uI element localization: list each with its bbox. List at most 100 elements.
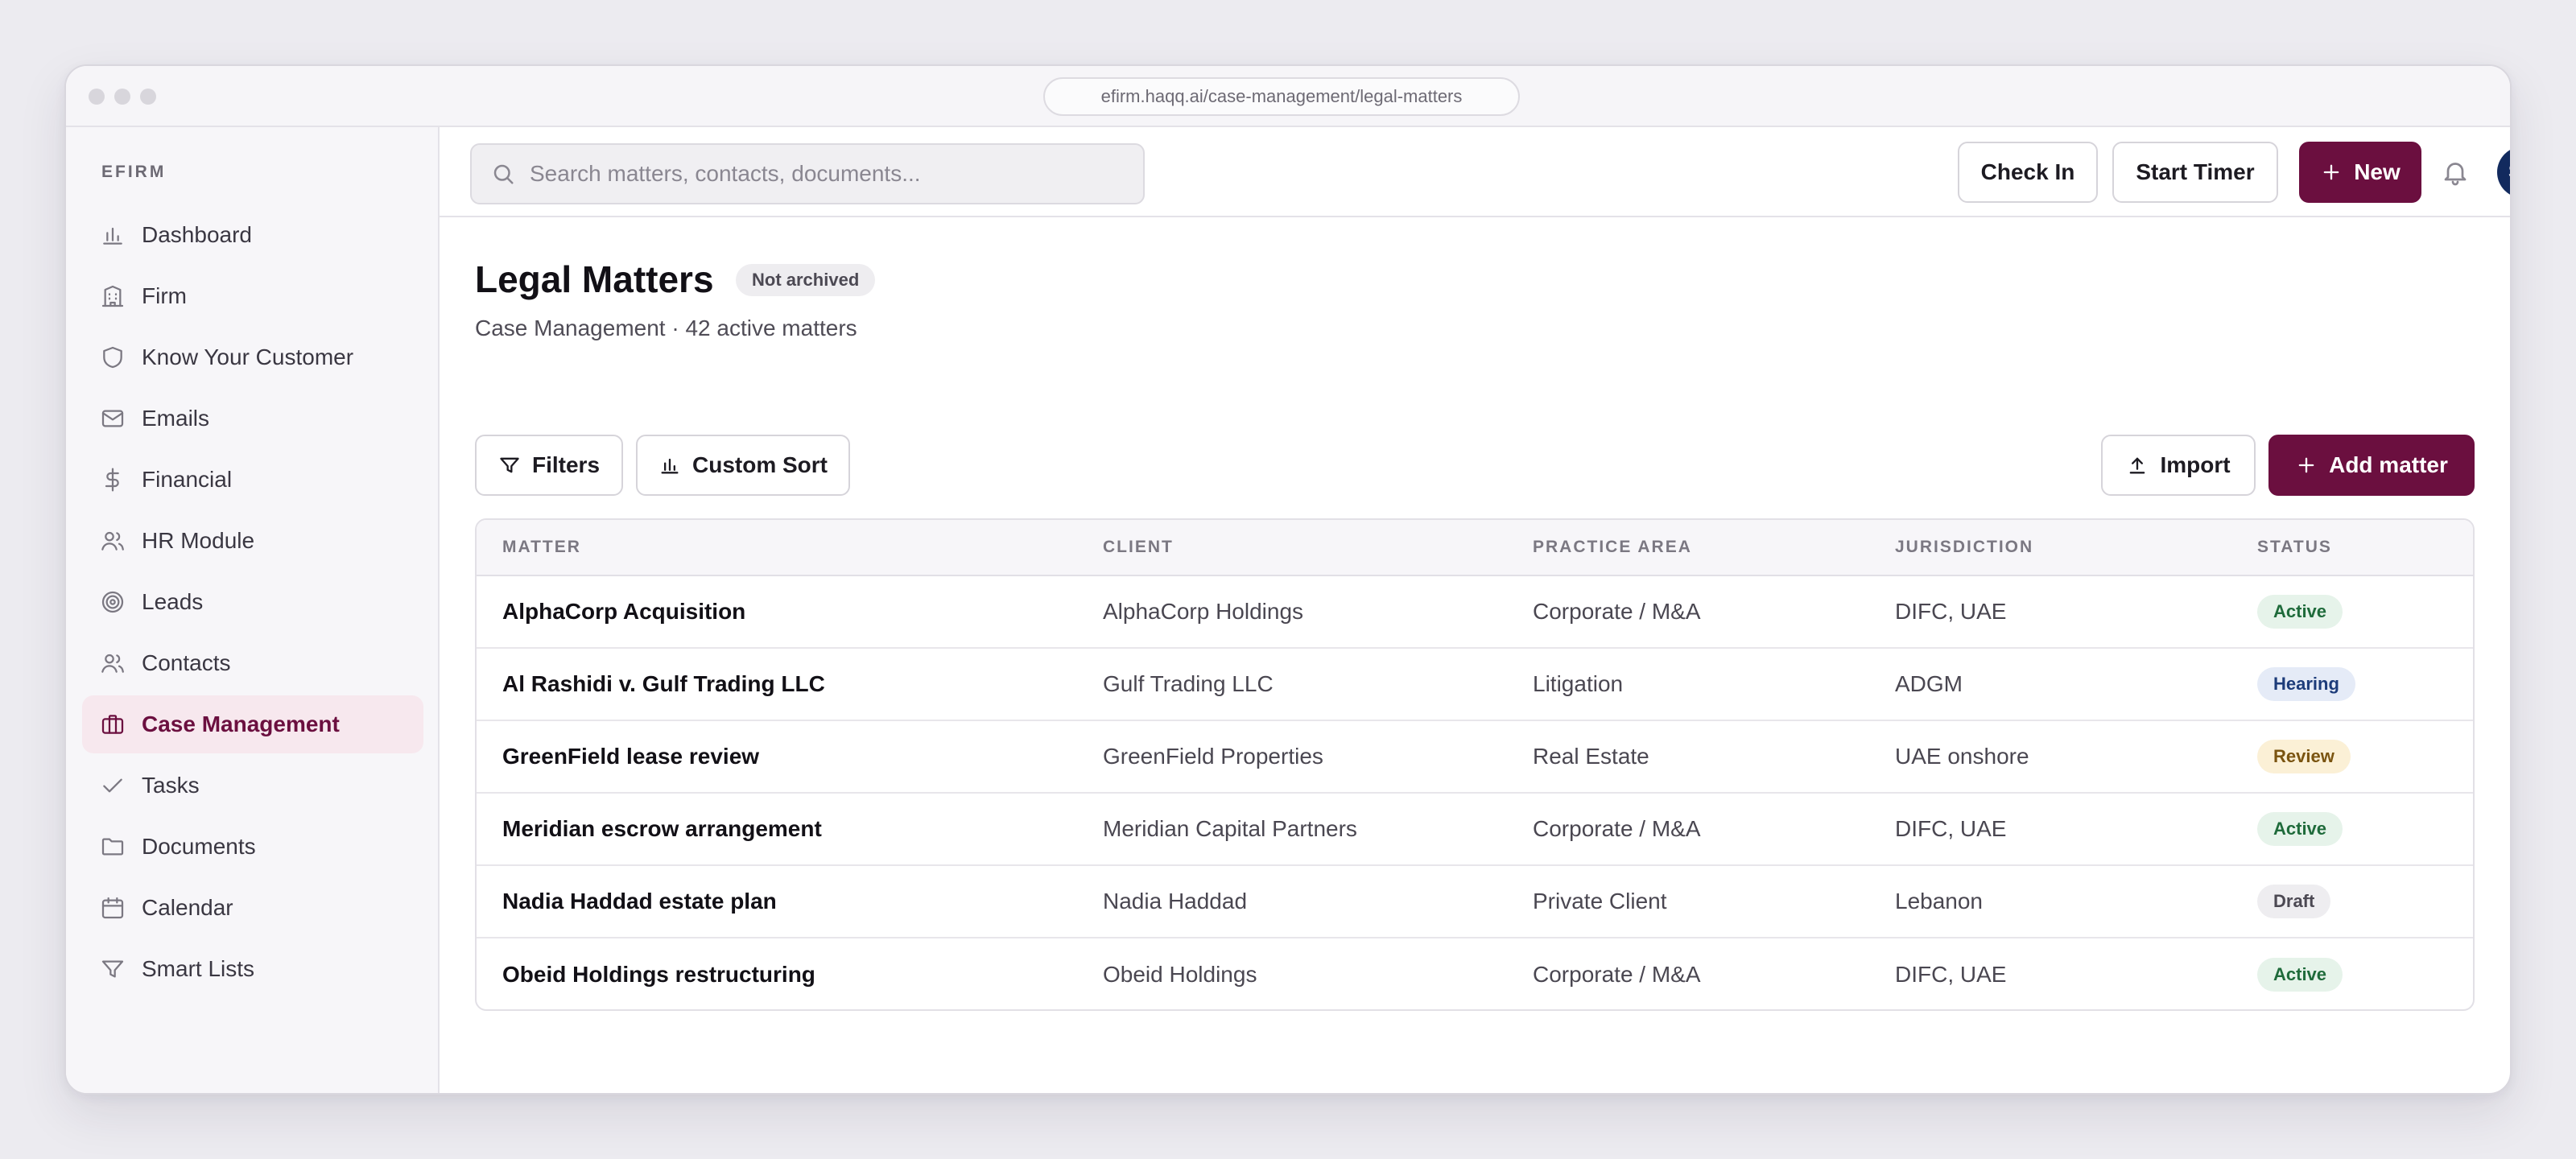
plus-icon	[2320, 161, 2354, 184]
plus-icon	[2295, 454, 2329, 476]
matter-cell[interactable]: Obeid Holdings restructuring	[502, 962, 815, 988]
close-dot[interactable]	[89, 89, 105, 105]
start-timer-button[interactable]: Start Timer	[2112, 142, 2278, 203]
target-icon	[100, 589, 126, 615]
search-box[interactable]	[470, 143, 1145, 204]
building-icon	[100, 283, 126, 309]
jurisdiction-cell: DIFC, UAE	[1895, 816, 2007, 841]
status-cell: Active	[2257, 958, 2343, 992]
status-cell: Active	[2257, 595, 2343, 629]
sidebar-item-label: Documents	[142, 834, 256, 859]
table-row[interactable]: Meridian escrow arrangement Meridian Capi…	[477, 794, 2473, 866]
import-button[interactable]: Import	[2101, 435, 2256, 496]
sidebar-item-case-management[interactable]: Case Management	[82, 695, 423, 753]
sidebar-item-label: Firm	[142, 283, 187, 308]
filter-icon	[100, 956, 126, 982]
sidebar-nav: Dashboard Firm Know Your Customer Emails Fin…	[82, 206, 423, 1001]
status-badge: Draft	[2257, 885, 2331, 918]
jurisdiction-cell: DIFC, UAE	[1895, 962, 2007, 987]
column-header-status[interactable]: STATUS	[2257, 538, 2332, 557]
status-badge: Review	[2257, 740, 2351, 773]
start-timer-label: Start Timer	[2136, 159, 2255, 184]
add-matter-button[interactable]: Add matter	[2268, 435, 2475, 496]
minimize-dot[interactable]	[114, 89, 130, 105]
practice-cell: Corporate / M&A	[1533, 962, 1701, 987]
sidebar-item-tasks[interactable]: Tasks	[82, 757, 423, 815]
bell-icon[interactable]	[2441, 158, 2470, 187]
filters-button[interactable]: Filters	[475, 435, 623, 496]
status-badge: Active	[2257, 595, 2343, 629]
table-row[interactable]: AlphaCorp Acquisition AlphaCorp Holdings C…	[477, 576, 2473, 649]
sidebar-item-label: HR Module	[142, 528, 255, 553]
matter-cell[interactable]: GreenField lease review	[502, 744, 759, 769]
client-cell: GreenField Properties	[1103, 744, 1323, 769]
users-icon	[100, 528, 126, 554]
table-row[interactable]: GreenField lease review GreenField Proper…	[477, 721, 2473, 794]
status-badge: Active	[2257, 812, 2343, 846]
sidebar-item-documents[interactable]: Documents	[82, 818, 423, 876]
add-matter-label: Add matter	[2329, 452, 2448, 477]
sidebar-item-financial[interactable]: Financial	[82, 451, 423, 509]
sidebar-item-label: Know Your Customer	[142, 344, 354, 369]
status-cell: Review	[2257, 740, 2351, 773]
browser-chrome: efirm.haqq.ai/case-management/legal-matt…	[66, 66, 2510, 127]
page-title: Legal Matters	[475, 258, 714, 300]
column-header-jurisdiction[interactable]: JURISDICTION	[1895, 538, 2033, 557]
sidebar-item-label: Smart Lists	[142, 956, 255, 981]
upload-icon	[2126, 454, 2160, 476]
sidebar-item-label: Contacts	[142, 650, 231, 675]
client-cell: AlphaCorp Holdings	[1103, 599, 1304, 624]
client-cell: Gulf Trading LLC	[1103, 671, 1274, 696]
sidebar-item-label: Case Management	[142, 711, 340, 736]
sidebar-item-smart-lists[interactable]: Smart Lists	[82, 940, 423, 998]
brand-label: EFIRM	[101, 163, 167, 181]
check-in-button[interactable]: Check In	[1958, 142, 2098, 203]
table-row[interactable]: Nadia Haddad estate plan Nadia Haddad Priv…	[477, 866, 2473, 938]
practice-cell: Litigation	[1533, 671, 1624, 696]
archived-badge: Not archived	[736, 264, 876, 296]
sidebar-item-know-your-customer[interactable]: Know Your Customer	[82, 328, 423, 386]
matter-cell[interactable]: AlphaCorp Acquisition	[502, 599, 745, 625]
sidebar-item-dashboard[interactable]: Dashboard	[82, 206, 423, 264]
maximize-dot[interactable]	[140, 89, 156, 105]
sidebar-item-calendar[interactable]: Calendar	[82, 879, 423, 937]
table-row[interactable]: Al Rashidi v. Gulf Trading LLC Gulf Tradi…	[477, 649, 2473, 721]
new-label: New	[2354, 159, 2401, 184]
column-header-practice-area[interactable]: PRACTICE AREA	[1533, 538, 1692, 557]
matter-cell[interactable]: Al Rashidi v. Gulf Trading LLC	[502, 671, 825, 697]
column-header-client[interactable]: CLIENT	[1103, 538, 1174, 557]
sidebar-item-leads[interactable]: Leads	[82, 573, 423, 631]
status-cell: Hearing	[2257, 667, 2355, 701]
avatar[interactable]: SM	[2497, 146, 2510, 198]
sidebar-item-firm[interactable]: Firm	[82, 267, 423, 325]
sidebar-item-label: Emails	[142, 406, 210, 431]
sidebar-item-label: Calendar	[142, 895, 233, 920]
jurisdiction-cell: UAE onshore	[1895, 744, 2029, 769]
check-icon	[100, 773, 126, 798]
bar-chart-icon	[100, 222, 126, 248]
window-controls	[89, 89, 156, 105]
column-header-matter[interactable]: MATTER	[502, 538, 581, 557]
sidebar-item-contacts[interactable]: Contacts	[82, 634, 423, 692]
folder-icon	[100, 834, 126, 860]
new-button[interactable]: New	[2299, 142, 2421, 203]
shield-icon	[100, 344, 126, 370]
matter-cell[interactable]: Nadia Haddad estate plan	[502, 889, 777, 914]
matter-cell[interactable]: Meridian escrow arrangement	[502, 816, 822, 842]
calendar-icon	[100, 895, 126, 921]
jurisdiction-cell: Lebanon	[1895, 889, 1984, 914]
table-row[interactable]: Obeid Holdings restructuring Obeid Holdin…	[477, 938, 2473, 1009]
sidebar-item-emails[interactable]: Emails	[82, 390, 423, 448]
address-bar[interactable]: efirm.haqq.ai/case-management/legal-matt…	[1043, 77, 1520, 116]
status-badge: Hearing	[2257, 667, 2355, 701]
table-header: MATTER CLIENT PRACTICE AREA JURISDICTION STA…	[477, 520, 2473, 576]
sidebar-item-label: Tasks	[142, 773, 200, 798]
briefcase-icon	[100, 711, 126, 737]
client-cell: Meridian Capital Partners	[1103, 816, 1357, 841]
table-body: AlphaCorp Acquisition AlphaCorp Holdings C…	[477, 576, 2473, 1009]
sidebar-item-hr-module[interactable]: HR Module	[82, 512, 423, 570]
custom-sort-label: Custom Sort	[692, 452, 828, 477]
search-input[interactable]	[530, 161, 1109, 187]
practice-cell: Real Estate	[1533, 744, 1649, 769]
custom-sort-button[interactable]: Custom Sort	[636, 435, 850, 496]
